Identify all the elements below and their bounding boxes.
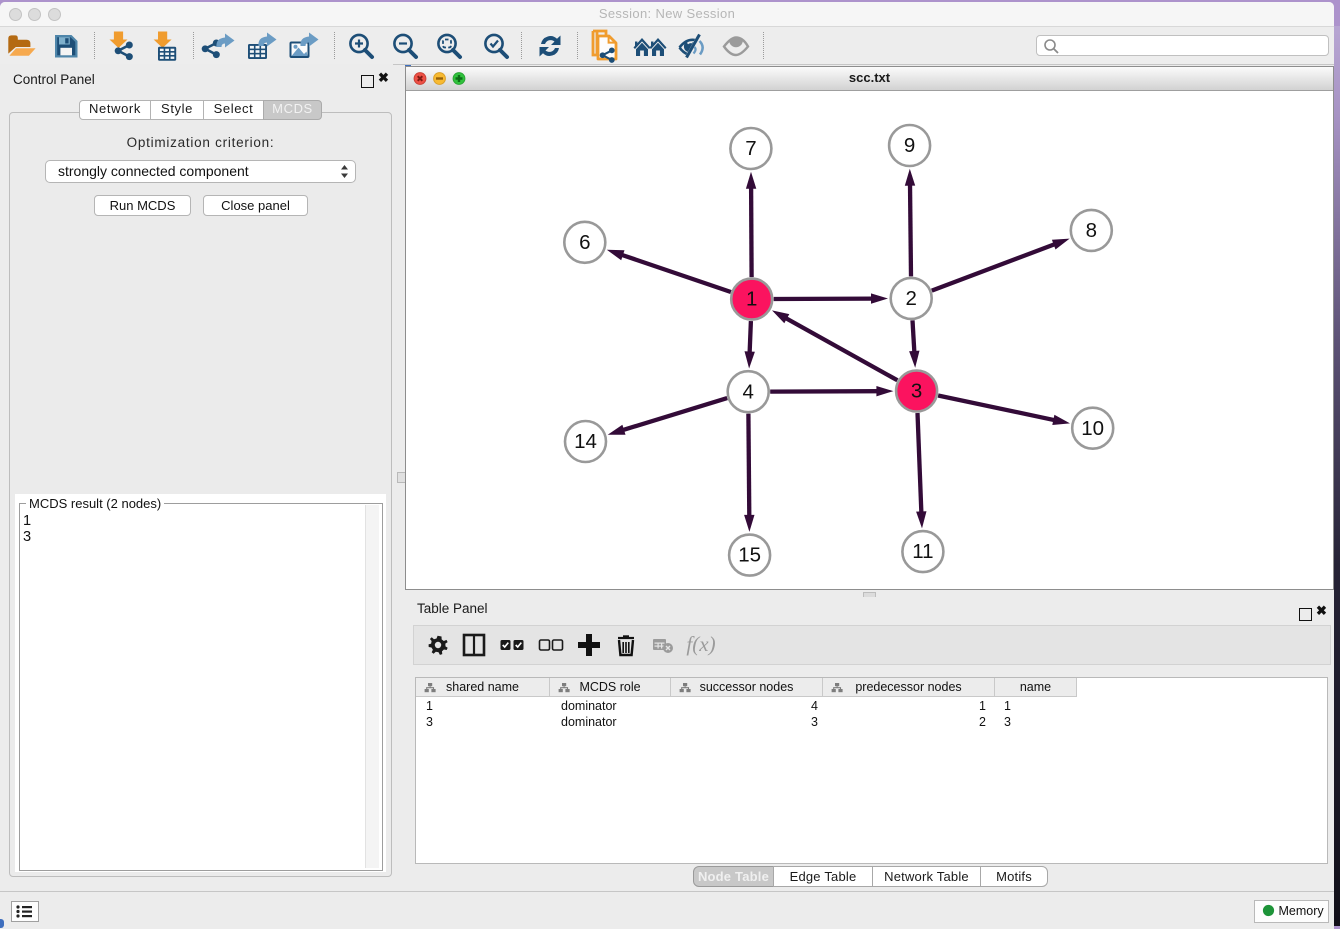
svg-text:10: 10: [1081, 417, 1104, 440]
svg-text:1: 1: [746, 288, 757, 311]
svg-text:f(x): f(x): [686, 632, 715, 656]
svg-text:15: 15: [738, 544, 761, 567]
svg-text:8: 8: [1086, 219, 1097, 242]
svg-text:2: 2: [905, 287, 916, 310]
svg-text:4: 4: [742, 380, 753, 403]
svg-text:6: 6: [579, 231, 590, 254]
svg-text:14: 14: [574, 430, 597, 453]
svg-text:3: 3: [911, 380, 922, 403]
svg-text:11: 11: [912, 540, 933, 563]
svg-text:7: 7: [745, 137, 756, 160]
svg-text:9: 9: [904, 134, 915, 157]
